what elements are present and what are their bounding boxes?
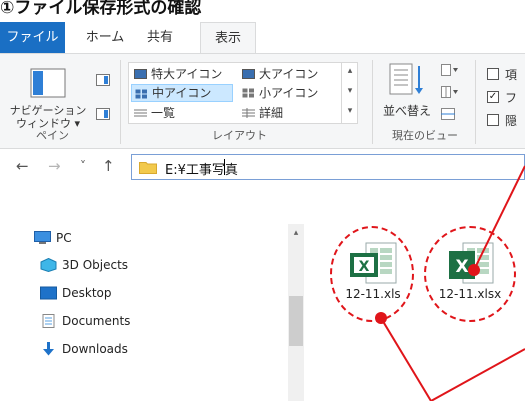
item-check-boxes-label: 項 [505,68,518,82]
medium-icons-icon [135,89,147,99]
layout-details[interactable]: 詳細 [239,104,283,122]
annotation-dot-xls [375,312,387,324]
layout-list[interactable]: 一覧 [131,104,175,122]
navigation-pane-scrollbar[interactable]: ▴ [288,224,304,401]
tree-item-label: Downloads [62,342,128,356]
extra-large-icons-icon [134,69,147,79]
group-by-icon[interactable] [441,64,459,76]
add-columns-icon[interactable] [441,86,459,98]
address-input[interactable]: E:¥工事写真 [131,154,525,180]
gallery-more-icon[interactable]: ▾ [342,106,358,116]
size-columns-icon[interactable] [441,108,455,120]
preview-pane-icon[interactable] [96,74,110,86]
tab-view[interactable]: 表示 [200,22,256,54]
sort-by-icon[interactable] [388,62,426,98]
tab-home[interactable]: ホーム [80,22,130,53]
pane-group-label: ペイン [36,129,69,142]
navigation-pane: PC 3D Objects Desktop Documents Download… [0,184,300,401]
annotation-ring-xls [330,226,414,322]
hidden-items-label: 隠 [505,114,518,128]
tree-item-label: Desktop [62,286,112,300]
downloads-icon [43,342,54,356]
layout-item-label: 詳細 [259,106,284,120]
large-icons-icon [242,69,255,79]
ribbon: ナビゲーション ウィンドウ ▾ ペイン 特大アイコン 大アイコン 中アイコン 小… [0,53,525,149]
callout-line-join [430,348,525,401]
layout-item-label: 大アイコン [259,67,319,81]
address-path: E:¥工事写真 [165,163,238,178]
layout-gallery-scrollbar[interactable]: ▴ ▾ ▾ [341,62,358,124]
scrollbar-thumb[interactable] [289,296,303,346]
tab-file[interactable]: ファイル [0,22,65,53]
ribbon-separator [372,60,373,144]
file-name-extensions-checkbox[interactable]: ✓ [487,91,499,103]
sort-by-label[interactable]: 並べ替え [383,102,431,119]
callout-line-xls [380,317,432,401]
tree-item-label: 3D Objects [62,258,129,272]
pc-icon [34,231,51,244]
ribbon-separator [475,60,476,144]
layout-extra-large-icons[interactable]: 特大アイコン [131,65,222,83]
navigation-pane-icon[interactable] [30,68,66,98]
documents-icon [42,314,55,328]
hidden-items-checkbox[interactable] [487,114,499,126]
list-icon [134,109,147,117]
document-heading: ①ファイル保存形式の確認 [0,0,202,18]
current-view-group-label: 現在のビュー [392,129,458,142]
layout-medium-icons[interactable]: 中アイコン [131,84,233,102]
forward-icon[interactable]: → [48,157,61,175]
back-icon[interactable]: ← [16,157,29,175]
ribbon-separator [120,60,121,144]
tree-item-label: PC [56,231,72,245]
scroll-up-icon[interactable]: ▴ [342,66,358,76]
desktop-icon [40,286,57,300]
layout-small-icons[interactable]: 小アイコン [239,84,318,102]
navigation-pane-label-line1: ナビゲーション [9,104,87,117]
item-check-boxes-checkbox[interactable] [487,68,499,80]
tab-share[interactable]: 共有 [140,22,180,53]
small-icons-icon [242,88,254,98]
3d-objects-icon [40,258,57,272]
layout-gallery: 特大アイコン 大アイコン 中アイコン 小アイコン 一覧 詳細 [128,62,358,124]
recent-locations-icon[interactable]: ˅ [80,159,86,173]
scroll-up-icon[interactable]: ▴ [288,228,304,238]
scroll-down-icon[interactable]: ▾ [342,86,358,96]
layout-group-label: レイアウト [212,129,267,142]
address-bar-row: ← → ˅ ↑ E:¥工事写真 [0,150,525,184]
details-pane-icon[interactable] [96,108,110,120]
layout-large-icons[interactable]: 大アイコン [239,65,318,83]
layout-item-label: 小アイコン [259,86,319,100]
text-caret [224,159,225,175]
file-name-extensions-label: フ [505,91,518,105]
layout-item-label: 特大アイコン [151,67,223,81]
details-icon [242,108,255,118]
annotation-dot-xlsx [468,264,480,276]
layout-item-label: 中アイコン [152,86,212,100]
layout-item-label: 一覧 [151,106,176,120]
tree-item-label: Documents [62,314,131,328]
ribbon-tab-bar: ファイル ホーム 共有 表示 [0,22,525,54]
folder-icon [139,162,157,174]
up-icon[interactable]: ↑ [102,157,115,175]
